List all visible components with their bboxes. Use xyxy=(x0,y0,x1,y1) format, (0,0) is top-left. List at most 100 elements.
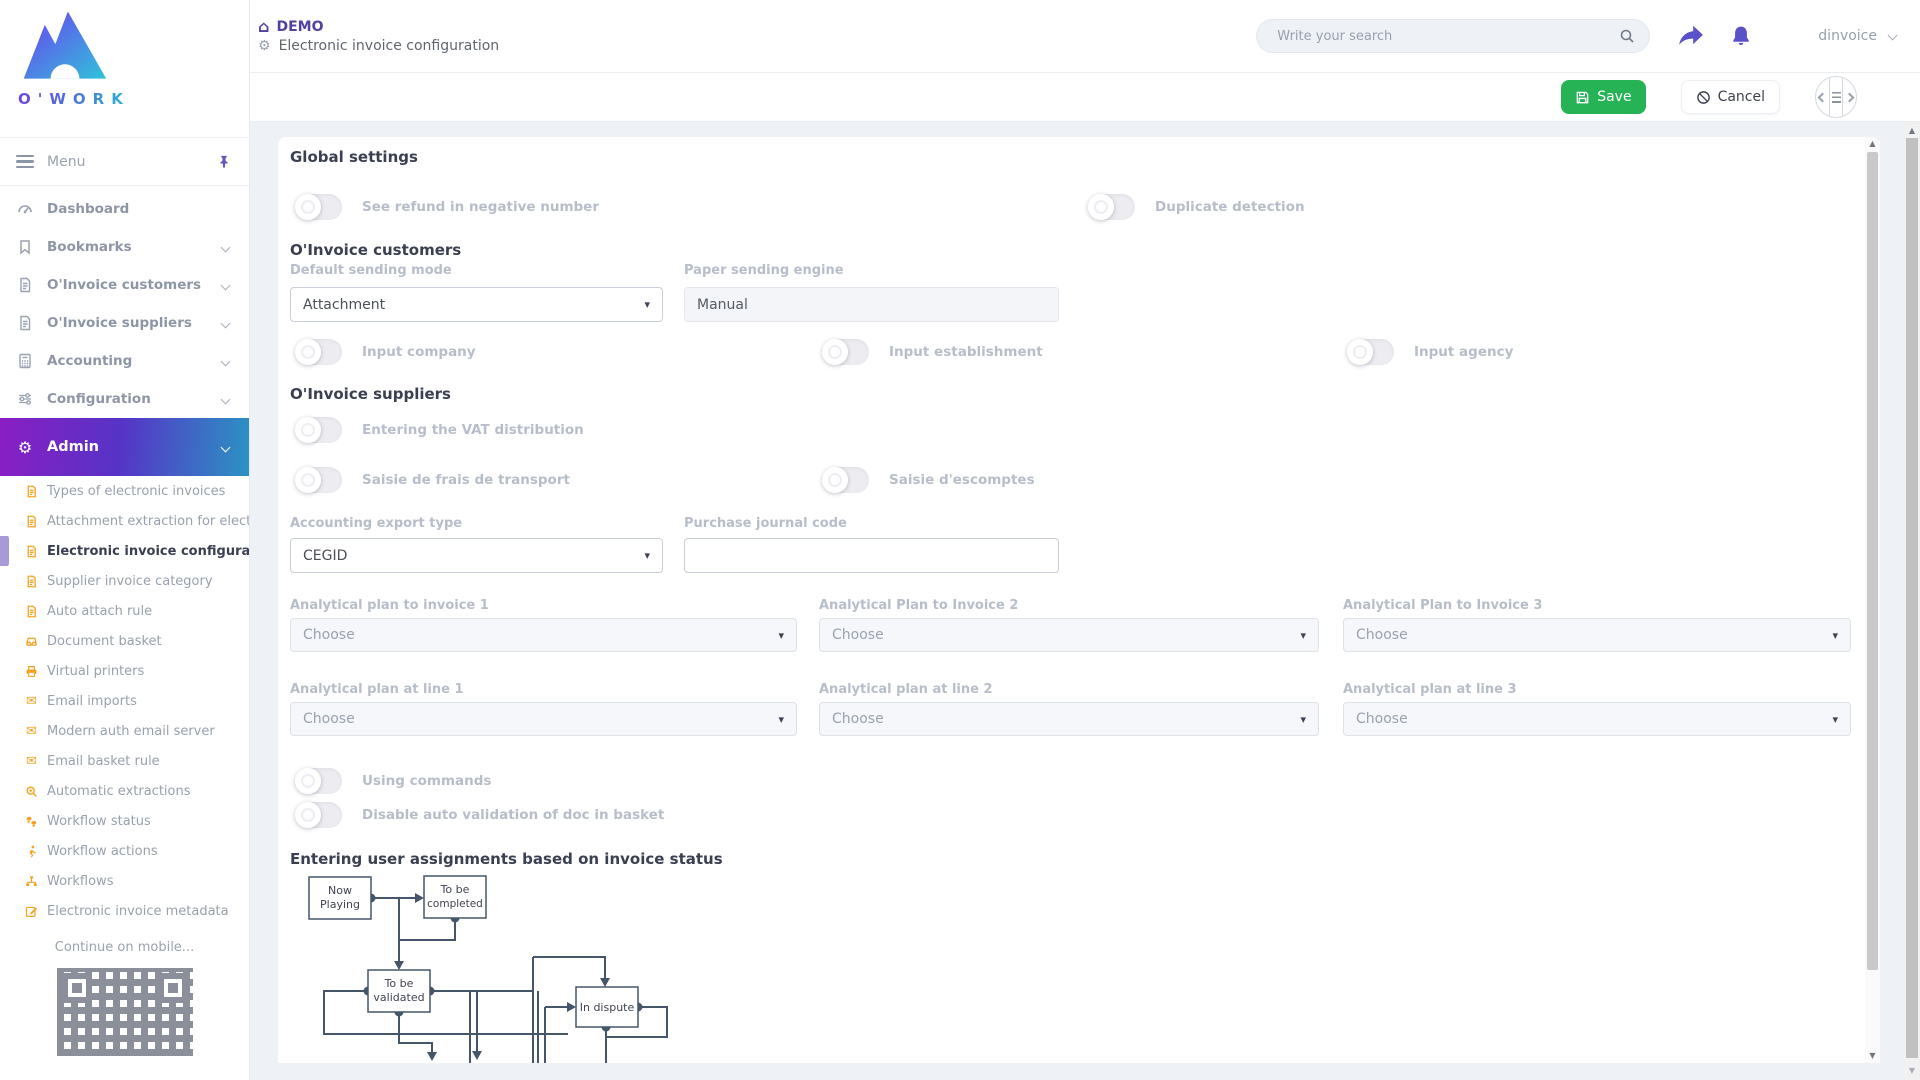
workflow-node-to-be-completed[interactable]: To be completed xyxy=(424,876,486,918)
sidebar-item-modern-auth-email-server[interactable]: ✉ Modern auth email server xyxy=(0,716,249,746)
sidebar-item-attachment-extraction[interactable]: Attachment extraction for electronic inv… xyxy=(0,506,249,536)
toggle-label: Using commands xyxy=(362,773,491,789)
workflow-node-in-dispute[interactable]: In dispute xyxy=(576,987,638,1027)
sidebar-item-electronic-invoice-configuration[interactable]: Electronic invoice configuration xyxy=(0,536,249,566)
toggle-disable-auto-validation[interactable] xyxy=(296,802,342,828)
sidebar-item-document-basket[interactable]: Document basket xyxy=(0,626,249,656)
toggle-label: Duplicate detection xyxy=(1155,199,1305,215)
sidebar-item-auto-attach-rule[interactable]: Auto attach rule xyxy=(0,596,249,626)
sidebar-item-accounting[interactable]: Accounting xyxy=(0,342,249,380)
toggle-label: Input company xyxy=(362,344,476,360)
workflow-diagram[interactable]: Now Playing To be completed To be valida… xyxy=(290,872,990,1063)
sidebar-item-automatic-extractions[interactable]: Automatic extractions xyxy=(0,776,249,806)
submenu-label: Auto attach rule xyxy=(47,604,152,619)
toggle-discounts[interactable] xyxy=(823,467,869,493)
caret-down-icon: ▾ xyxy=(778,713,784,726)
main-content: Global settings See refund in negative n… xyxy=(250,122,1920,1080)
default-sending-mode-select[interactable]: Attachment ▾ xyxy=(290,287,663,322)
toggle-knob xyxy=(1088,194,1114,220)
analytical-plan-line-3-select[interactable]: Choose ▾ xyxy=(1343,702,1851,736)
scrollbar-thumb[interactable] xyxy=(1906,138,1918,1058)
sidebar-item-admin[interactable]: ⚙ Admin xyxy=(0,418,249,476)
toggle-knob xyxy=(295,467,321,493)
workflow-node-to-be-validated[interactable]: To be validated xyxy=(368,970,430,1012)
analytical-plan-invoice-3-select[interactable]: Choose ▾ xyxy=(1343,618,1851,652)
toggle-row: Saisie de frais de transport xyxy=(296,466,570,493)
admin-submenu: Types of electronic invoices Attachment … xyxy=(0,476,249,926)
search-input[interactable] xyxy=(1277,29,1619,44)
file-icon xyxy=(24,545,39,558)
toggle-row: Input establishment xyxy=(823,338,1043,365)
scroll-down-icon[interactable]: ▼ xyxy=(1904,1064,1920,1078)
sidebar-item-dashboard[interactable]: Dashboard xyxy=(0,190,249,228)
purchase-journal-code-input[interactable] xyxy=(684,538,1059,573)
sidebar-item-electronic-invoice-metadata[interactable]: Electronic invoice metadata xyxy=(0,896,249,926)
bell-icon[interactable] xyxy=(1730,24,1752,48)
scroll-up-icon[interactable]: ▲ xyxy=(1865,137,1880,151)
record-list-icon[interactable] xyxy=(1829,76,1844,118)
section-title-oinvoice-suppliers: O'Invoice suppliers xyxy=(290,385,451,403)
accounting-export-type-select[interactable]: CEGID ▾ xyxy=(290,538,663,573)
select-value: Choose xyxy=(303,627,355,643)
workflow-node-now-playing[interactable]: Now Playing xyxy=(309,877,371,919)
analytical-plan-line-1-select[interactable]: Choose ▾ xyxy=(290,702,797,736)
sidebar-item-workflow-actions[interactable]: Workflow actions xyxy=(0,836,249,866)
chevron-down-icon xyxy=(221,394,231,404)
hamburger-menu-icon[interactable] xyxy=(16,155,34,168)
toggle-input-agency[interactable] xyxy=(1348,339,1394,365)
toggle-using-commands[interactable] xyxy=(296,768,342,794)
sidebar-item-email-imports[interactable]: ✉ Email imports xyxy=(0,686,249,716)
toggle-label: Saisie d'escomptes xyxy=(889,472,1035,488)
sidebar-item-bookmarks[interactable]: Bookmarks xyxy=(0,228,249,266)
svg-text:completed: completed xyxy=(427,898,483,910)
svg-text:To be: To be xyxy=(384,977,414,990)
paper-sending-engine-input[interactable] xyxy=(684,287,1059,322)
scrollbar-thumb[interactable] xyxy=(1867,152,1878,970)
floppy-icon xyxy=(1575,90,1590,105)
user-name: dinvoice xyxy=(1818,28,1877,44)
toggle-input-company[interactable] xyxy=(296,339,342,365)
save-button[interactable]: Save xyxy=(1561,80,1645,114)
next-record-icon[interactable] xyxy=(1843,76,1856,118)
sidebar-item-oinvoice-suppliers[interactable]: O'Invoice suppliers xyxy=(0,304,249,342)
pin-icon[interactable] xyxy=(217,155,231,169)
sidebar-item-virtual-printers[interactable]: Virtual printers xyxy=(0,656,249,686)
prev-record-icon[interactable] xyxy=(1816,76,1829,118)
search-icon[interactable] xyxy=(1619,28,1635,44)
toggle-duplicate-detection[interactable] xyxy=(1089,194,1135,220)
submenu-label: Workflow actions xyxy=(47,844,158,859)
envelope-icon: ✉ xyxy=(24,724,39,739)
sidebar-item-supplier-invoice-category[interactable]: Supplier invoice category xyxy=(0,566,249,596)
toggle-transport-fees[interactable] xyxy=(296,467,342,493)
section-title-oinvoice-customers: O'Invoice customers xyxy=(290,241,461,259)
sidebar-item-email-basket-rule[interactable]: ✉ Email basket rule xyxy=(0,746,249,776)
toggle-knob xyxy=(295,339,321,365)
breadcrumb-home-label: DEMO xyxy=(276,19,323,35)
analytical-plan-invoice-1-select[interactable]: Choose ▾ xyxy=(290,618,797,652)
toggle-knob xyxy=(295,802,321,828)
scroll-down-icon[interactable]: ▼ xyxy=(1865,1049,1880,1063)
toggle-label: Saisie de frais de transport xyxy=(362,472,570,488)
toggle-label: Input agency xyxy=(1414,344,1513,360)
cancel-button[interactable]: Cancel xyxy=(1681,80,1780,114)
share-icon[interactable] xyxy=(1678,24,1704,48)
toggle-vat-distribution[interactable] xyxy=(296,417,342,443)
field-label: Analytical plan to invoice 1 xyxy=(290,598,489,613)
sidebar-item-configuration[interactable]: Configuration xyxy=(0,380,249,418)
scroll-up-icon[interactable]: ▲ xyxy=(1904,124,1920,138)
user-menu[interactable]: dinvoice xyxy=(1818,28,1896,44)
sidebar-item-workflows[interactable]: Workflows xyxy=(0,866,249,896)
analytical-plan-invoice-2-select[interactable]: Choose ▾ xyxy=(819,618,1319,652)
sidebar-item-workflow-status[interactable]: Workflow status xyxy=(0,806,249,836)
caret-down-icon: ▾ xyxy=(1832,629,1838,642)
sidebar-item-types-of-electronic-invoices[interactable]: Types of electronic invoices xyxy=(0,476,249,506)
sidebar-item-oinvoice-customers[interactable]: O'Invoice customers xyxy=(0,266,249,304)
invoice-file-icon xyxy=(16,315,34,331)
header: ⌂ DEMO ⚙ Electronic invoice configuratio… xyxy=(250,0,1920,73)
breadcrumb-home[interactable]: ⌂ DEMO xyxy=(258,19,499,35)
toggle-input-establishment[interactable] xyxy=(823,339,869,365)
analytical-plan-line-2-select[interactable]: Choose ▾ xyxy=(819,702,1319,736)
toggle-see-refund[interactable] xyxy=(296,194,342,220)
submenu-label: Email basket rule xyxy=(47,754,160,769)
section-title-global-settings: Global settings xyxy=(290,148,418,166)
